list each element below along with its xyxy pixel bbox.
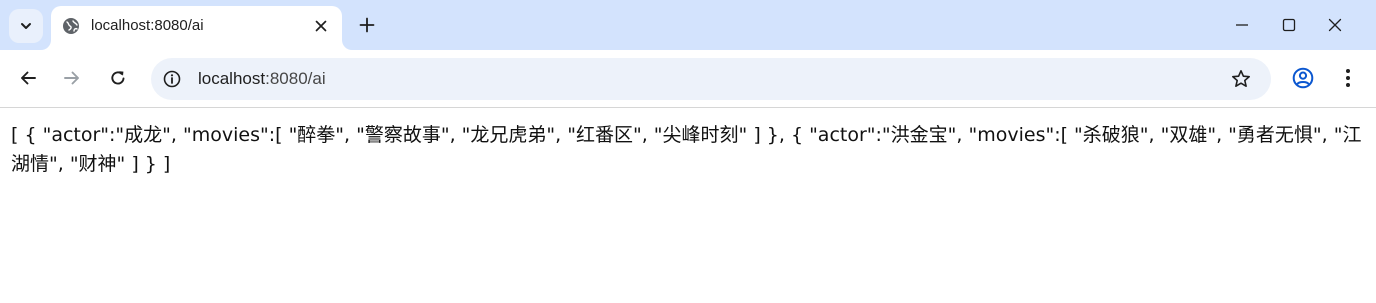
maximize-button[interactable] — [1266, 8, 1312, 42]
new-tab-button[interactable] — [354, 12, 380, 38]
menu-button[interactable] — [1332, 62, 1364, 94]
chevron-down-icon — [19, 19, 33, 33]
close-icon[interactable] — [311, 16, 331, 36]
back-button[interactable] — [12, 62, 44, 94]
globe-icon — [62, 17, 80, 35]
address-url[interactable]: localhost:8080/ai — [198, 68, 326, 90]
kebab-menu-icon — [1345, 68, 1351, 88]
tab-search-button[interactable] — [9, 9, 43, 43]
page-content: [ { "actor":"成龙", "movies":[ "醉拳", "警察故事… — [0, 108, 1376, 303]
reload-button[interactable] — [102, 62, 134, 94]
close-window-icon — [1328, 18, 1342, 32]
json-response-text: [ { "actor":"成龙", "movies":[ "醉拳", "警察故事… — [11, 124, 1362, 175]
maximize-icon — [1282, 18, 1296, 32]
plus-icon — [359, 17, 375, 33]
close-window-button[interactable] — [1312, 8, 1358, 42]
profile-button[interactable] — [1287, 62, 1319, 94]
url-host: localhost — [198, 69, 266, 88]
profile-icon — [1292, 67, 1314, 89]
reload-icon — [109, 69, 127, 87]
minimize-button[interactable] — [1219, 8, 1265, 42]
url-port-path: :8080/ai — [265, 69, 326, 88]
browser-toolbar: localhost:8080/ai — [0, 50, 1376, 108]
tab-title: localhost:8080/ai — [91, 17, 204, 34]
browser-window: localhost:8080/ai localhost:8080/ai [{… — [0, 0, 1376, 303]
forward-arrow-icon — [63, 69, 81, 87]
tab-active[interactable]: localhost:8080/ai — [51, 6, 342, 50]
tab-strip: localhost:8080/ai — [0, 0, 1376, 50]
minimize-icon — [1235, 18, 1249, 32]
back-arrow-icon — [19, 69, 37, 87]
forward-button[interactable] — [56, 62, 88, 94]
star-icon[interactable] — [1230, 68, 1252, 90]
address-bar[interactable]: localhost:8080/ai — [151, 58, 1271, 100]
site-info-icon[interactable] — [162, 69, 182, 89]
